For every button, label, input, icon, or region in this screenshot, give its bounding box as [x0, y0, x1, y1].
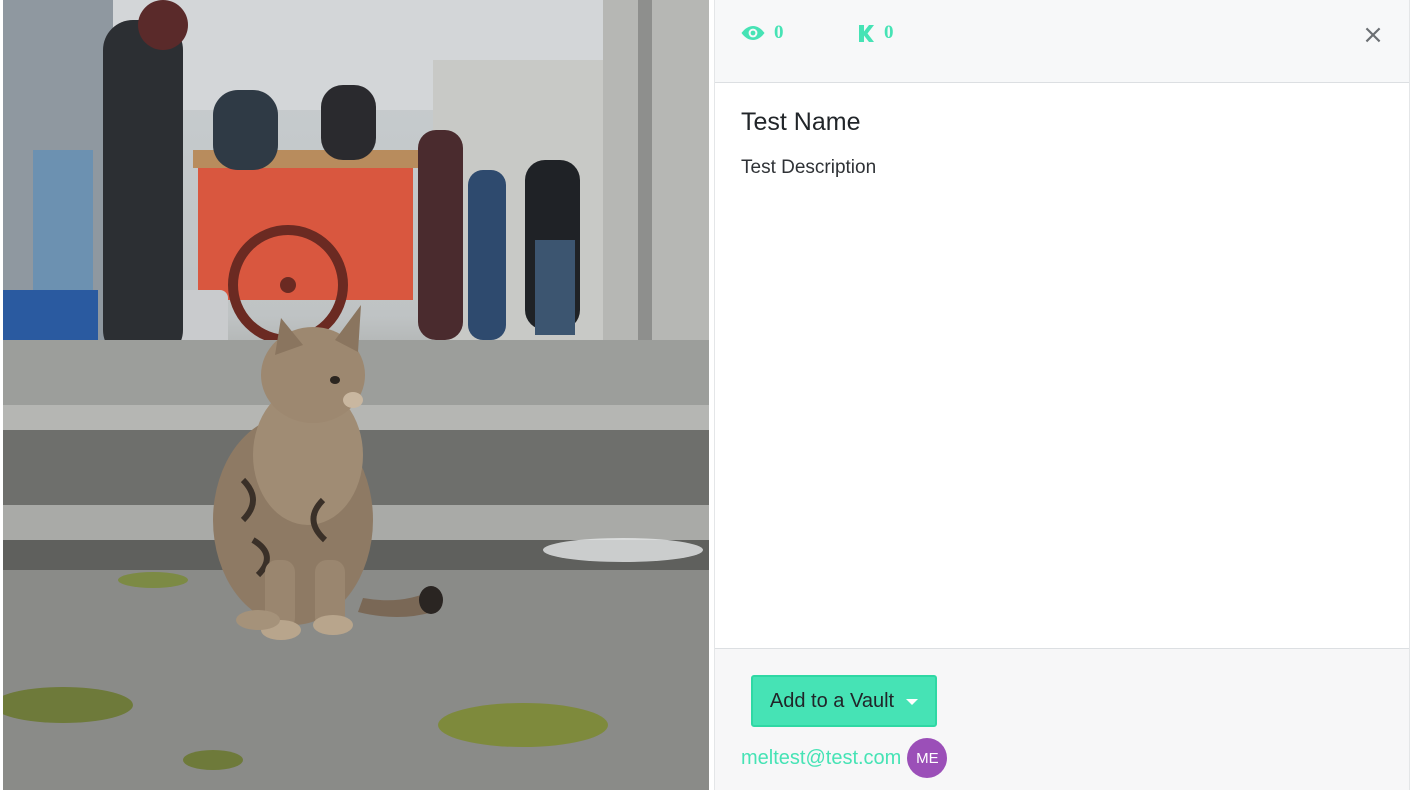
- keep-owner: meltest@test.com ME: [741, 738, 948, 778]
- keeps-value: 0: [884, 22, 894, 43]
- keep-image: [3, 0, 709, 790]
- add-to-vault-label: Add to a Vault: [769, 689, 895, 712]
- views-count: 0: [741, 22, 784, 44]
- caret-down-icon: [906, 699, 919, 705]
- k-logo-icon: [858, 24, 875, 43]
- kitten-photo: [3, 0, 709, 790]
- owner-email-link[interactable]: meltest@test.com: [741, 747, 901, 770]
- close-button[interactable]: ×: [1359, 21, 1387, 49]
- keep-title: Test Name: [741, 108, 861, 136]
- keep-details-modal: 0 0 × Test Name Test Description Add to …: [0, 0, 1417, 797]
- panel-footer: Add to a Vault meltest@test.com ME: [715, 648, 1409, 790]
- close-icon: ×: [1362, 20, 1384, 50]
- add-to-vault-dropdown-button[interactable]: Add to a Vault: [751, 675, 937, 727]
- owner-avatar[interactable]: ME: [907, 738, 948, 778]
- keep-description: Test Description: [741, 157, 877, 178]
- panel-header: 0 0 ×: [715, 0, 1409, 83]
- keep-details-panel: 0 0 × Test Name Test Description Add to …: [714, 0, 1410, 790]
- views-value: 0: [774, 22, 784, 43]
- avatar-initials: ME: [916, 749, 939, 767]
- eye-icon: [741, 25, 765, 41]
- keep-info: Test Name Test Description: [741, 108, 1383, 179]
- keeps-count: 0: [858, 22, 894, 44]
